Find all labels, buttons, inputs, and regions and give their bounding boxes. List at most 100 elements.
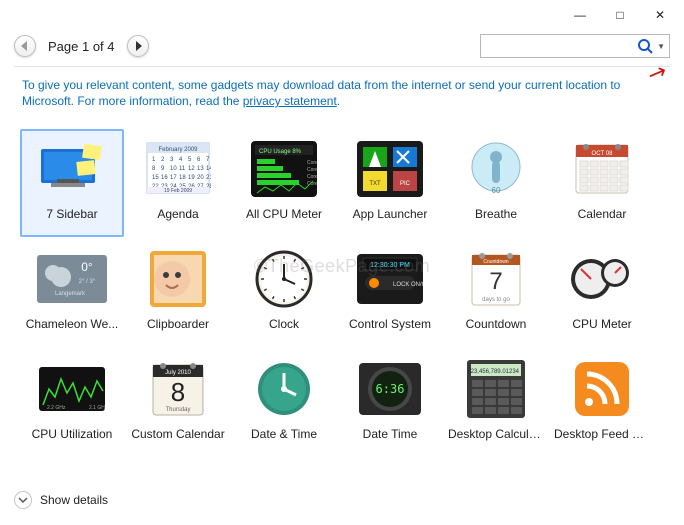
svg-text:21: 21 [206,175,211,181]
svg-text:17: 17 [170,175,177,181]
minimize-button[interactable]: — [560,1,600,29]
custom-calendar-icon: July 20108Thursday [139,355,217,423]
gadget-tile[interactable]: OCT 08 Calendar [550,129,654,237]
gadget-label: CPU Meter [554,313,650,331]
svg-text:60: 60 [492,186,501,195]
breathe-icon: 60 [457,135,535,203]
gadget-tile[interactable]: Clipboarder [126,239,230,347]
svg-text:16: 16 [161,175,168,181]
gadget-label: Desktop Feed R... [554,423,650,441]
gadget-label: All CPU Meter [236,203,332,221]
gadget-label: Breathe [448,203,544,221]
close-icon: ✕ [655,8,665,22]
gadget-tile[interactable]: TXTPICApp Launcher [338,129,442,237]
titlebar: — □ ✕ [0,0,684,30]
search-dropdown-icon[interactable]: ▼ [653,42,665,51]
gadget-tile[interactable]: 123,456,789.01234 Desktop Calcula... [444,349,548,457]
gadget-label: Clock [236,313,332,331]
calendar-icon: OCT 08 [563,135,641,203]
app-launcher-icon: TXTPIC [351,135,429,203]
gadget-tile[interactable]: 2.2 GHz2.1 GHzCPU Utilization [20,349,124,457]
svg-text:15: 15 [152,175,159,181]
clipboarder-icon [139,245,217,313]
svg-text:13: 13 [197,166,204,172]
svg-text:12:30:30 PM: 12:30:30 PM [370,262,410,269]
gadget-label: Date & Time [236,423,332,441]
gadget-tile[interactable]: CPU Meter [550,239,654,347]
svg-text:20: 20 [197,175,204,181]
gadget-tile[interactable]: 0°2° / 3°LangemarkChameleon We... [20,239,124,347]
search-box[interactable]: ▼ [480,34,670,58]
svg-text:days to go: days to go [482,297,510,303]
gadget-label: Control System [342,313,438,331]
gadget-label: 7 Sidebar [24,203,120,221]
gadget-tile[interactable]: Countdown7days to goCountdown [444,239,548,347]
gadget-label: Date Time [342,423,438,441]
svg-text:18: 18 [179,175,186,181]
all-cpu-meter-icon: CPU Usage 8%Core 1Core 2Core 3Core 4 [245,135,323,203]
svg-text:11: 11 [179,166,186,172]
gadget-tile[interactable]: July 20108ThursdayCustom Calendar [126,349,230,457]
gadget-label: Calendar [554,203,650,221]
svg-text:PIC: PIC [400,181,411,187]
gadget-tile[interactable]: February 2009123456789101112131415161718… [126,129,230,237]
show-details-row[interactable]: Show details [14,491,108,509]
control-system-icon: 12:30:30 PMLOCK ON/OFF [351,245,429,313]
maximize-icon: □ [616,8,623,22]
gadget-label: Chameleon We... [24,313,120,331]
gadget-label: Countdown [448,313,544,331]
svg-text:7: 7 [489,268,502,295]
svg-text:February 2009: February 2009 [158,147,198,153]
gadget-tile[interactable]: 60 Breathe [444,129,548,237]
date-time-digital-icon: 6:36 [351,355,429,423]
cpu-utilization-icon: 2.2 GHz2.1 GHz [33,355,111,423]
svg-text:6:36: 6:36 [376,382,405,396]
cpu-meter-icon [563,245,641,313]
svg-text:CPU Usage 8%: CPU Usage 8% [259,149,302,155]
svg-text:14: 14 [206,166,211,172]
gadget-tile[interactable]: 12:30:30 PMLOCK ON/OFFControl System [338,239,442,347]
gadget-label: App Launcher [342,203,438,221]
gadget-tile[interactable]: 7 Sidebar [20,129,124,237]
triangle-left-icon [21,41,29,51]
gadget-label: Agenda [130,203,226,221]
search-icon[interactable] [637,38,653,54]
gadget-tile[interactable]: Desktop Feed R... [550,349,654,457]
seven-sidebar-icon [33,135,111,203]
gadget-tile[interactable]: Clock [232,239,336,347]
svg-text:19: 19 [188,175,195,181]
svg-text:2.1 GHz: 2.1 GHz [89,405,105,411]
chevron-down-icon [14,491,32,509]
triangle-right-icon [134,41,142,51]
gadget-tile[interactable]: Date & Time [232,349,336,457]
svg-text:2° / 3°: 2° / 3° [79,279,96,285]
page-label: Page 1 of 4 [44,39,119,54]
gadget-grid: 7 SidebarFebruary 2009123456789101112131… [0,115,684,461]
desktop-calculator-icon: 123,456,789.01234 [457,355,535,423]
page-prev-button[interactable] [14,35,36,57]
gadget-label: Desktop Calcula... [448,423,544,441]
privacy-link[interactable]: privacy statement [243,94,337,108]
privacy-notice: To give you relevant content, some gadge… [0,67,684,115]
svg-text:19 Feb 2009: 19 Feb 2009 [164,188,192,194]
svg-text:10: 10 [170,166,177,172]
gadget-tile[interactable]: CPU Usage 8%Core 1Core 2Core 3Core 4All … [232,129,336,237]
desktop-feed-icon [563,355,641,423]
gadget-tile[interactable]: 6:36 Date Time [338,349,442,457]
countdown-icon: Countdown7days to go [457,245,535,313]
svg-text:12: 12 [188,166,195,172]
gadget-label: CPU Utilization [24,423,120,441]
page-next-button[interactable] [127,35,149,57]
gadget-label: Custom Calendar [130,423,226,441]
maximize-button[interactable]: □ [600,1,640,29]
svg-text:OCT 08: OCT 08 [592,151,614,157]
toolbar: Page 1 of 4 ▼ [0,30,684,66]
close-button[interactable]: ✕ [640,1,680,29]
svg-text:Core 2: Core 2 [307,167,317,173]
svg-text:Core 3: Core 3 [307,174,317,180]
chameleon-weather-icon: 0°2° / 3°Langemark [33,245,111,313]
svg-text:8: 8 [171,377,185,407]
svg-text:123,456,789.01234: 123,456,789.01234 [467,369,519,375]
agenda-icon: February 2009123456789101112131415161718… [139,135,217,203]
minimize-icon: — [574,8,586,22]
